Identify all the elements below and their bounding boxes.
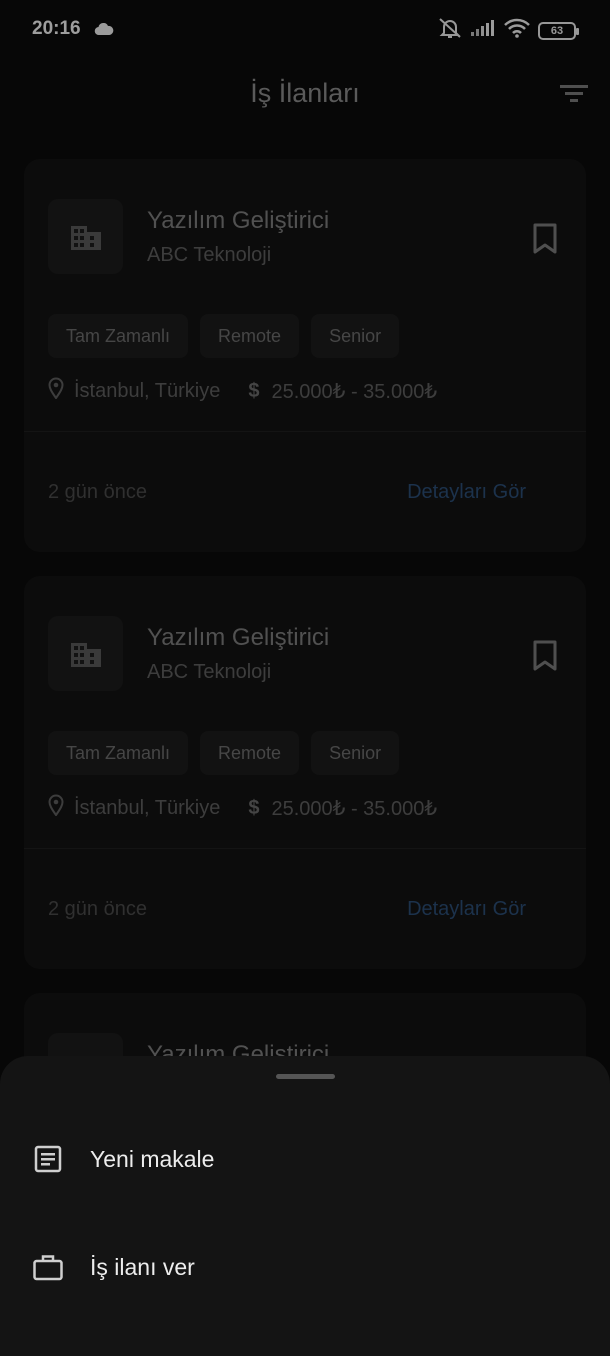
briefcase-icon <box>32 1251 64 1283</box>
menu-item-label: Yeni makale <box>90 1145 215 1172</box>
drag-handle[interactable] <box>276 1074 335 1079</box>
menu-item-label: İş ilanı ver <box>90 1253 195 1280</box>
bottom-sheet: Yeni makale İş ilanı ver <box>0 1056 610 1356</box>
article-icon <box>32 1143 64 1175</box>
menu-item-new-article[interactable]: Yeni makale <box>0 1124 610 1194</box>
menu-item-post-job[interactable]: İş ilanı ver <box>0 1232 610 1302</box>
screen: 20:16 63 İş İlanları Yazılım Geliştirici… <box>0 0 610 1356</box>
